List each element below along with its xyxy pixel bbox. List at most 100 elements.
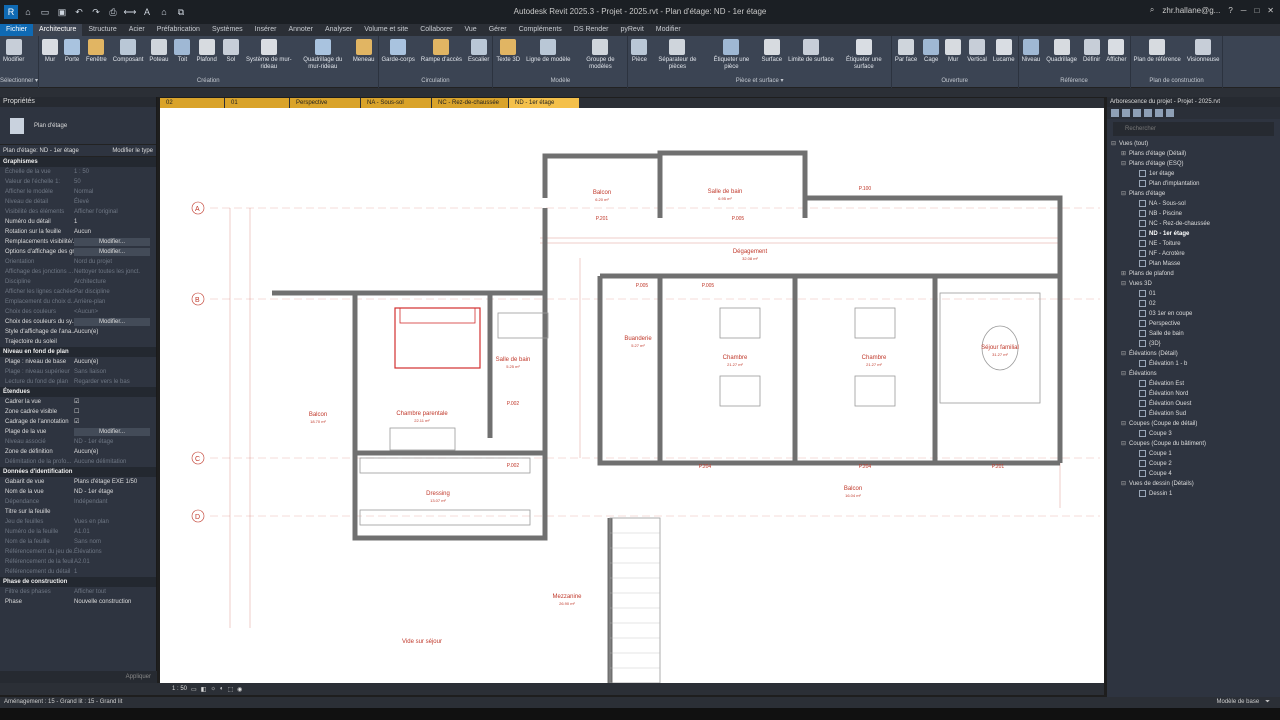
tab-8[interactable]: Analyser	[319, 24, 358, 36]
tab-3[interactable]: Acier	[123, 24, 151, 36]
switch-windows-icon[interactable]: ⧉	[174, 5, 188, 19]
tab-10[interactable]: Collaborer	[414, 24, 458, 36]
property-value[interactable]: Modifier...	[74, 238, 150, 246]
tree-node[interactable]: Coupe 3	[1107, 429, 1280, 439]
property-value[interactable]: ND - 1er étage	[74, 487, 156, 497]
hide-isolate-icon[interactable]: ◉	[237, 686, 242, 693]
tree-node[interactable]: Plan d'implantation	[1107, 179, 1280, 189]
property-value[interactable]: Aucun(e)	[74, 357, 156, 367]
expand-icon[interactable]: ⊟	[1121, 419, 1129, 429]
property-value[interactable]: ☑	[74, 417, 156, 427]
save-icon[interactable]: ▣	[55, 5, 69, 19]
scale-selector[interactable]: 1 : 50	[172, 686, 187, 692]
ribbon-button[interactable]: Groupe de modèles	[573, 36, 627, 76]
ribbon-button[interactable]: Vertical	[964, 36, 990, 76]
property-value[interactable]: Modifier...	[74, 248, 150, 256]
property-section-header[interactable]: Graphismes	[0, 157, 156, 167]
expand-icon[interactable]: ⊟	[1121, 349, 1129, 359]
3d-view-icon[interactable]: ⌂	[157, 5, 171, 19]
ribbon-group-label[interactable]: Référence	[1019, 76, 1130, 88]
ribbon-group-label[interactable]: Plan de construction	[1131, 76, 1223, 88]
tree-node[interactable]: Salle de bain	[1107, 329, 1280, 339]
minimize-icon[interactable]: ─	[1241, 6, 1247, 15]
ribbon-button[interactable]: Mur	[942, 36, 964, 76]
maximize-icon[interactable]: □	[1254, 6, 1259, 15]
ribbon-button[interactable]: Par face	[892, 36, 920, 76]
tab-14[interactable]: DS Render	[568, 24, 615, 36]
tab-2[interactable]: Structure	[82, 24, 122, 36]
tab-13[interactable]: Compléments	[513, 24, 568, 36]
ribbon-group-label[interactable]: Sélectionner ▾	[0, 76, 38, 88]
ribbon-button[interactable]: Quadrillage	[1043, 36, 1080, 76]
redo-icon[interactable]: ↷	[89, 5, 103, 19]
tree-node[interactable]: Élévation Nord	[1107, 389, 1280, 399]
revit-logo-icon[interactable]: R	[4, 5, 18, 19]
ribbon-button[interactable]: Ligne de modèle	[523, 36, 573, 76]
ribbon-button[interactable]: Poteau	[146, 36, 171, 76]
open-icon[interactable]: ▭	[38, 5, 52, 19]
expand-icon[interactable]: ⊟	[1121, 439, 1129, 449]
drawing-canvas[interactable]: A B C D Balcon 6.20 m² Salle de bain 6.9…	[160, 108, 1104, 683]
ribbon-button[interactable]: Rampe d'accès	[418, 36, 465, 76]
property-value[interactable]: Aucun(e)	[74, 447, 156, 457]
tab-5[interactable]: Systèmes	[206, 24, 249, 36]
tree-node[interactable]: NC - Rez-de-chaussée	[1107, 219, 1280, 229]
tree-node[interactable]: Élévation Est	[1107, 379, 1280, 389]
property-value[interactable]	[74, 507, 156, 517]
property-section-header[interactable]: Niveau en fond de plan	[0, 347, 156, 357]
toolbar-icon[interactable]	[1122, 109, 1130, 117]
property-value[interactable]	[74, 337, 156, 347]
tab-11[interactable]: Vue	[459, 24, 483, 36]
tree-node[interactable]: {3D}	[1107, 339, 1280, 349]
edit-type-button[interactable]: Modifier le type	[112, 148, 153, 154]
filter-icon[interactable]: ⏷	[1265, 697, 1270, 708]
ribbon-button[interactable]: Plafond	[193, 36, 219, 76]
property-value[interactable]: Nouvelle construction	[74, 597, 156, 607]
view-tab[interactable]: 02	[160, 98, 224, 108]
tree-node[interactable]: Élévation 1 - b	[1107, 359, 1280, 369]
property-value[interactable]: ☑	[74, 397, 156, 407]
view-tab[interactable]: 01	[225, 98, 289, 108]
ribbon-button[interactable]: Afficher	[1103, 36, 1129, 76]
ribbon-button[interactable]: Fenêtre	[83, 36, 110, 76]
toolbar-icon[interactable]	[1166, 109, 1174, 117]
floor-plan[interactable]: A B C D Balcon 6.20 m² Salle de bain 6.9…	[160, 108, 1104, 683]
toolbar-icon[interactable]	[1155, 109, 1163, 117]
tree-node[interactable]: Plan Masse	[1107, 259, 1280, 269]
view-tab[interactable]: Perspective	[290, 98, 360, 108]
ribbon-group-label[interactable]: Modèle	[493, 76, 627, 88]
tab-16[interactable]: Modifier	[650, 24, 687, 36]
view-tab[interactable]: ND - 1er étage	[509, 98, 579, 108]
close-icon[interactable]: ✕	[1267, 6, 1274, 15]
toolbar-icon[interactable]	[1144, 109, 1152, 117]
undo-icon[interactable]: ↶	[72, 5, 86, 19]
instance-selector[interactable]: Plan d'étage: ND - 1er étage	[3, 148, 79, 154]
sun-path-icon[interactable]: ☼	[210, 686, 216, 692]
ribbon-button[interactable]: Niveau	[1019, 36, 1044, 76]
visual-style-icon[interactable]: ◧	[201, 686, 207, 693]
property-value[interactable]: ☐	[74, 407, 156, 417]
ribbon-button[interactable]: Composant	[110, 36, 147, 76]
ribbon-button[interactable]: Porte	[61, 36, 83, 76]
tree-node[interactable]: NA - Sous-sol	[1107, 199, 1280, 209]
tree-node[interactable]: ⊟ Coupes (Coupe de détail)	[1107, 419, 1280, 429]
property-section-header[interactable]: Données d'identification	[0, 467, 156, 477]
expand-icon[interactable]: ⊞	[1121, 149, 1129, 159]
detail-level-icon[interactable]: ▭	[191, 686, 197, 693]
view-tab[interactable]: NA - Sous-sol	[361, 98, 431, 108]
property-value[interactable]: Modifier...	[74, 318, 150, 326]
tree-node[interactable]: Élévation Ouest	[1107, 399, 1280, 409]
ribbon-button[interactable]: Définir	[1080, 36, 1103, 76]
expand-icon[interactable]: ⊟	[1121, 159, 1129, 169]
tree-node[interactable]: ⊞ Plans de plafond	[1107, 269, 1280, 279]
tree-node[interactable]: ⊟ Vues (tout)	[1107, 139, 1280, 149]
toolbar-icon[interactable]	[1133, 109, 1141, 117]
view-tab[interactable]: NC - Rez-de-chaussée	[432, 98, 508, 108]
ribbon-button[interactable]: Toit	[171, 36, 193, 76]
ribbon-group-label[interactable]: Ouverture	[892, 76, 1018, 88]
tab-7[interactable]: Annoter	[282, 24, 319, 36]
tab-4[interactable]: Préfabrication	[151, 24, 206, 36]
apply-button[interactable]: Appliquer	[0, 671, 157, 683]
expand-icon[interactable]: ⊟	[1121, 369, 1129, 379]
property-section-header[interactable]: Étendues	[0, 387, 156, 397]
